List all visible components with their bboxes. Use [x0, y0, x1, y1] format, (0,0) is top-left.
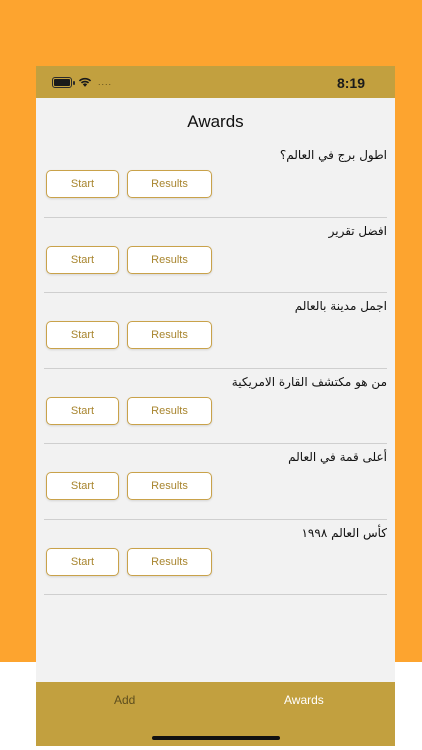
signal-dots: .... [98, 77, 113, 87]
start-button[interactable]: Start [46, 170, 119, 198]
start-button[interactable]: Start [46, 547, 119, 576]
quiz-question: اطول برج في العالم؟ [279, 148, 387, 162]
results-button[interactable]: Results [127, 245, 212, 274]
status-indicators: .... [52, 76, 112, 88]
start-button[interactable]: Start [46, 321, 119, 349]
quiz-question: من هو مكتشف القارة الامريكية [231, 374, 387, 389]
battery-icon [52, 76, 75, 88]
quiz-question: كأس العالم ١٩٩٨ [301, 525, 387, 540]
start-button[interactable]: Start [46, 396, 119, 425]
quiz-row: افضل تقرير Start Results [44, 218, 387, 293]
quiz-question: أعلى قمة في العالم [288, 450, 387, 464]
start-button[interactable]: Start [46, 245, 119, 274]
quiz-row: كأس العالم ١٩٩٨ Start Results [44, 520, 387, 595]
quiz-row: اجمل مدينة بالعالم Start Results [44, 293, 387, 369]
tab-bar: Add Awards [36, 682, 395, 746]
quiz-question: افضل تقرير [328, 223, 387, 238]
tab-add[interactable]: Add [114, 693, 135, 707]
quiz-question: اجمل مدينة بالعالم [294, 299, 387, 313]
phone-screen: .... 8:19 Awards اطول برج في العالم؟ Sta… [36, 66, 395, 746]
results-button[interactable]: Results [127, 170, 212, 198]
quiz-row: أعلى قمة في العالم Start Results [44, 444, 387, 520]
results-button[interactable]: Results [127, 321, 212, 349]
status-bar: .... 8:19 [36, 66, 395, 98]
page-title: Awards [187, 112, 244, 131]
results-button[interactable]: Results [127, 472, 212, 500]
quiz-row: من هو مكتشف القارة الامريكية Start Resul… [44, 369, 387, 444]
status-time: 8:19 [336, 75, 365, 91]
tab-awards[interactable]: Awards [284, 693, 324, 707]
home-indicator[interactable] [152, 736, 280, 740]
results-button[interactable]: Results [127, 547, 212, 576]
quiz-list: اطول برج في العالم؟ Start Results افضل ت… [36, 142, 395, 595]
quiz-row: اطول برج في العالم؟ Start Results [44, 142, 387, 218]
wifi-icon [78, 77, 92, 87]
start-button[interactable]: Start [46, 472, 119, 500]
results-button[interactable]: Results [127, 396, 212, 425]
